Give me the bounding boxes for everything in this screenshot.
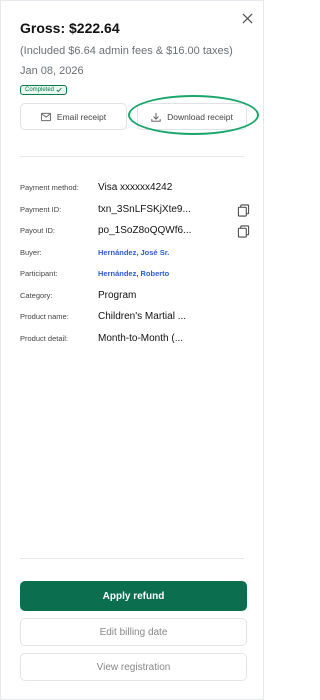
payment-detail-panel: Gross: $222.64 (Included $6.64 admin fee… [0, 0, 264, 700]
copy-icon[interactable] [237, 225, 250, 238]
status-badge: Completed [20, 85, 68, 95]
divider-top [20, 156, 244, 157]
detail-row-product-detail: Product detail: Month-to-Month (... [20, 328, 250, 350]
view-registration-button[interactable]: View registration [20, 653, 247, 681]
detail-row-category: Category: Program [20, 285, 250, 307]
status-badge-label: Completed [25, 87, 55, 93]
detail-label: Payment ID: [20, 204, 62, 214]
apply-refund-button[interactable]: Apply refund [20, 581, 247, 611]
download-receipt-label: Download receipt [167, 111, 233, 122]
detail-label: Category: [20, 290, 53, 300]
detail-row-payment-id: Payment ID: txn_3SnLFSKjXte9... [20, 199, 250, 221]
detail-row-participant: Participant: Hernández, Roberto [20, 263, 250, 285]
detail-row-buyer: Buyer: Hernández, José Sr. [20, 242, 250, 264]
edit-billing-date-button[interactable]: Edit billing date [20, 618, 247, 646]
detail-value: po_1SoZ8oQQWf6... [98, 225, 192, 237]
detail-row-payout-id: Payout ID: po_1SoZ8oQQWf6... [20, 220, 250, 242]
fees-summary: (Included $6.64 admin fees & $16.00 taxe… [20, 45, 233, 57]
gross-amount: Gross: $222.64 [20, 20, 120, 36]
detail-label: Product detail: [20, 333, 68, 343]
download-icon [151, 112, 161, 122]
detail-value: Program [98, 289, 137, 301]
detail-row-product-name: Product name: Children's Martial ... [20, 306, 250, 328]
detail-label: Payment method: [20, 183, 79, 193]
detail-row-payment-method: Payment method: Visa xxxxxx4242 [20, 177, 250, 199]
detail-value: txn_3SnLFSKjXte9... [98, 203, 191, 215]
check-icon [56, 87, 62, 93]
copy-icon[interactable] [237, 203, 250, 217]
mail-icon [41, 112, 51, 121]
detail-label: Participant: [20, 269, 58, 279]
detail-value: Children's Martial ... [98, 311, 187, 323]
detail-value: Month-to-Month (... [98, 332, 184, 344]
close-icon[interactable] [239, 10, 255, 26]
buyer-link[interactable]: Hernández, José Sr. [98, 248, 169, 257]
participant-link[interactable]: Hernández, Roberto [98, 269, 169, 278]
email-receipt-label: Email receipt [56, 111, 107, 122]
divider-bottom [20, 558, 244, 559]
download-receipt-button[interactable]: Download receipt [137, 103, 247, 130]
details-list: Payment method: Visa xxxxxx4242 Payment … [20, 177, 250, 349]
transaction-date: Jan 08, 2026 [20, 65, 84, 77]
detail-value: Visa xxxxxx4242 [98, 182, 173, 194]
detail-label: Payout ID: [20, 226, 56, 236]
email-receipt-button[interactable]: Email receipt [20, 103, 127, 130]
detail-label: Buyer: [20, 247, 42, 257]
detail-label: Product name: [20, 312, 69, 322]
